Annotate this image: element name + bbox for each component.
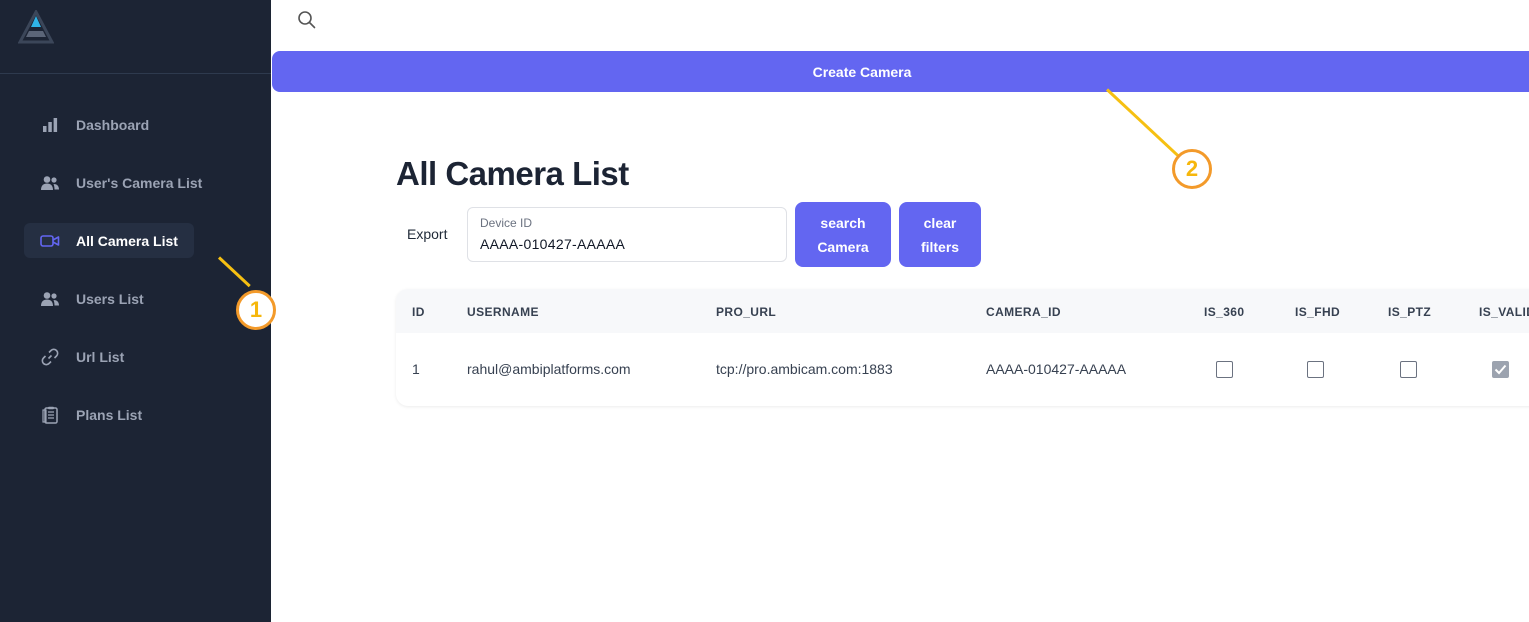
sidebar-item-label: User's Camera List [76, 174, 203, 191]
clipboard-icon [40, 405, 60, 425]
bar-chart-icon [40, 115, 60, 135]
sidebar-item-label: Plans List [76, 406, 143, 423]
sidebar-item-users-camera-list[interactable]: User's Camera List [24, 165, 218, 200]
clear-filters-button[interactable]: clear filters [899, 202, 981, 267]
sidebar-item-all-camera-list[interactable]: All Camera List [24, 223, 194, 258]
cell-username: rahul@ambiplatforms.com [467, 361, 631, 377]
device-id-input[interactable] [480, 234, 770, 254]
sidebar-item-label: Users List [76, 290, 144, 307]
sidebar-item-label: All Camera List [76, 232, 178, 249]
create-camera-button[interactable]: Create Camera [272, 51, 1529, 92]
link-icon [40, 347, 60, 367]
users-icon [40, 289, 60, 309]
camera-table: ID USERNAME PRO_URL CAMERA_ID IS_360 IS_… [396, 289, 1529, 406]
column-header-is-ptz[interactable]: IS_PTZ [1388, 305, 1431, 319]
is-ptz-checkbox[interactable] [1400, 361, 1417, 378]
search-icon[interactable] [297, 10, 317, 30]
video-camera-icon [40, 231, 60, 251]
export-button[interactable]: Export [407, 226, 447, 242]
checkmark-icon [1494, 364, 1507, 375]
sidebar-item-label: Dashboard [76, 116, 150, 133]
users-icon [40, 173, 60, 193]
sidebar-item-users-list[interactable]: Users List [24, 281, 160, 316]
sidebar-item-dashboard[interactable]: Dashboard [24, 107, 165, 142]
annotation-badge-2: 2 [1172, 149, 1212, 189]
device-id-field[interactable]: Device ID [467, 207, 787, 262]
column-header-is-valid[interactable]: IS_VALID [1479, 305, 1529, 319]
search-camera-button[interactable]: search Camera [795, 202, 891, 267]
annotation-pointer-2 [1105, 88, 1182, 159]
sidebar: Dashboard User's Camera List All Camera … [0, 0, 271, 622]
column-header-camera-id[interactable]: CAMERA_ID [986, 305, 1061, 319]
cell-id: 1 [412, 361, 420, 377]
is-valid-checkbox[interactable] [1492, 361, 1509, 378]
column-header-id[interactable]: ID [412, 305, 425, 319]
clear-filters-label: clear filters [920, 214, 960, 255]
table-header: ID USERNAME PRO_URL CAMERA_ID IS_360 IS_… [396, 289, 1529, 333]
cell-camera-id: AAAA-010427-AAAAA [986, 361, 1127, 377]
cell-pro-url: tcp://pro.ambicam.com:1883 [716, 361, 893, 377]
sidebar-item-url-list[interactable]: Url List [24, 339, 140, 374]
app-logo-icon[interactable] [18, 10, 54, 44]
column-header-is-fhd[interactable]: IS_FHD [1295, 305, 1340, 319]
column-header-is-360[interactable]: IS_360 [1204, 305, 1244, 319]
search-camera-label: search Camera [817, 214, 869, 255]
device-id-label: Device ID [480, 216, 533, 230]
is-360-checkbox[interactable] [1216, 361, 1233, 378]
column-header-pro-url[interactable]: PRO_URL [716, 305, 776, 319]
sidebar-item-label: Url List [76, 348, 125, 365]
sidebar-item-plans-list[interactable]: Plans List [24, 397, 158, 432]
annotation-badge-1: 1 [236, 290, 276, 330]
page-title: All Camera List [396, 155, 629, 192]
is-fhd-checkbox[interactable] [1307, 361, 1324, 378]
column-header-username[interactable]: USERNAME [467, 305, 539, 319]
sidebar-divider [0, 73, 271, 74]
